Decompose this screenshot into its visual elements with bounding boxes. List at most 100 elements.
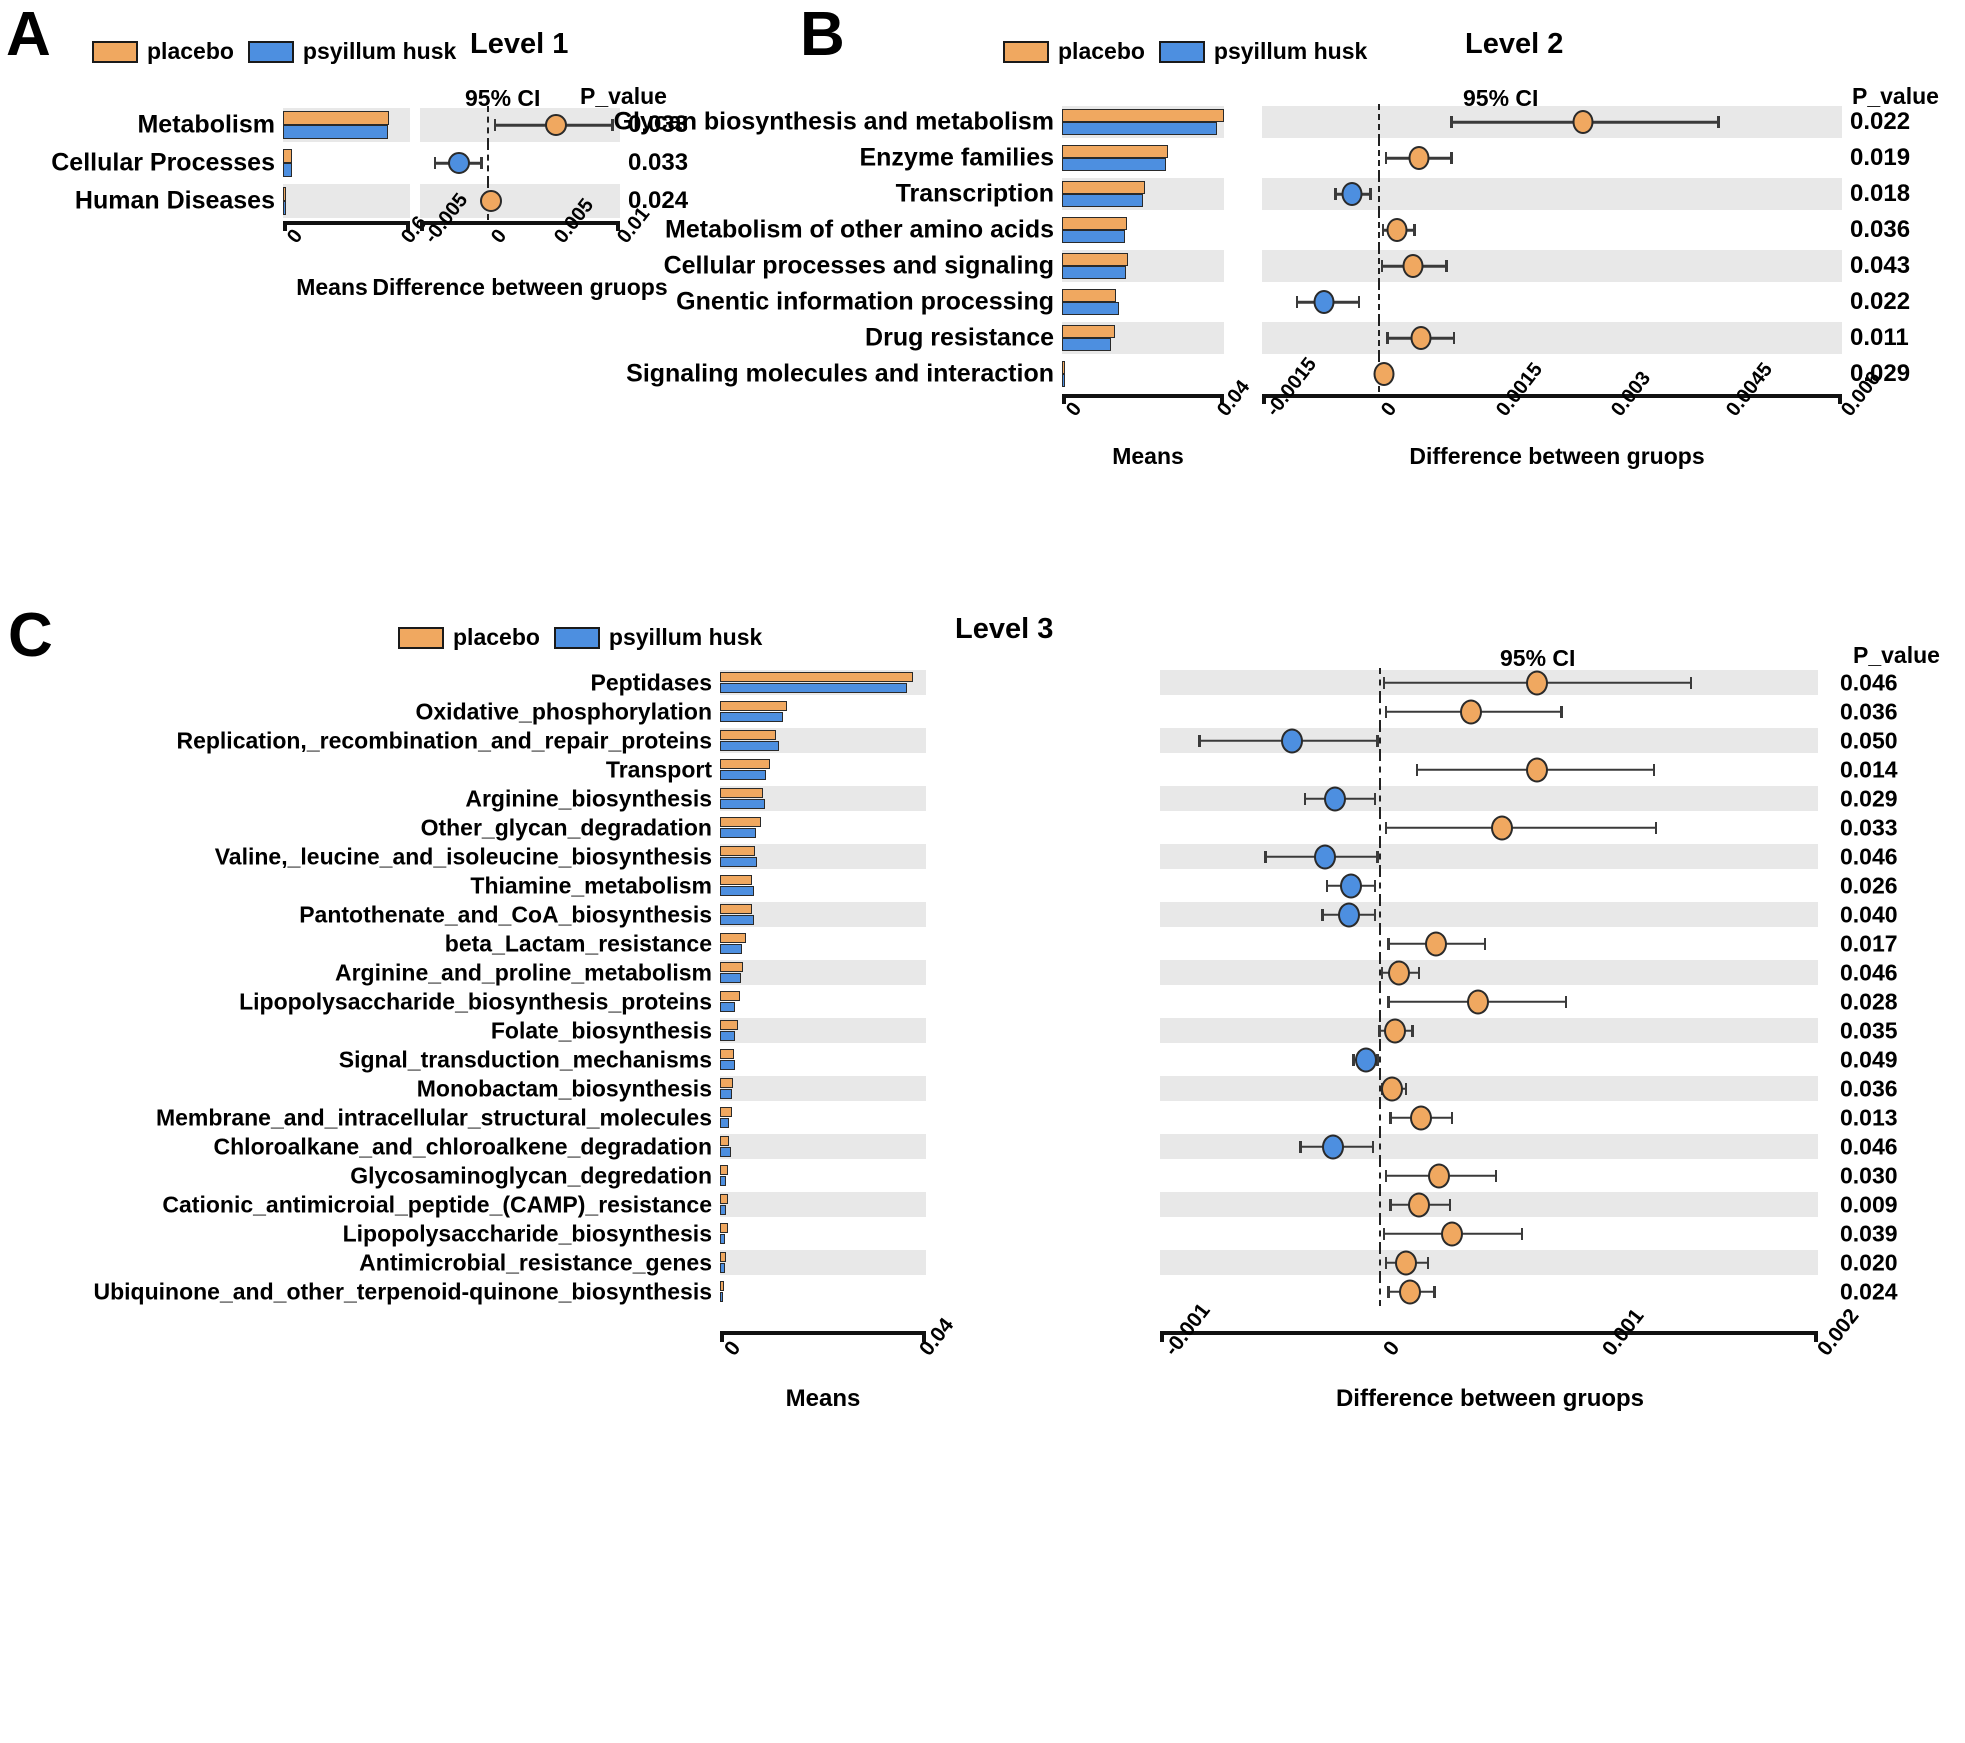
effect-dot-placebo [1402, 254, 1424, 278]
chart-row: Arginine_biosynthesis 0.029 [0, 784, 1965, 813]
bar-placebo [720, 845, 756, 857]
zero-reference-line [1379, 1190, 1382, 1219]
bar-psyllium [720, 740, 779, 752]
panel-b-legend: placebo psyillum husk [1003, 38, 1367, 65]
ci-cap-low [1389, 1198, 1392, 1211]
bar-psyllium [720, 1233, 725, 1245]
zero-reference-line [1379, 726, 1382, 755]
zero-reference-line [1379, 668, 1382, 697]
zero-reference-line [1379, 842, 1382, 871]
ci-cap-high [1413, 224, 1416, 236]
bar-psyllium [1062, 374, 1065, 388]
p-value-text: 0.018 [1850, 180, 1911, 207]
ci-cap-high [1373, 908, 1377, 921]
zero-reference-line [1379, 813, 1382, 842]
ci-cap-low [1384, 705, 1388, 718]
bar-psyllium [1062, 194, 1143, 208]
bar-psyllium [720, 827, 757, 839]
category-label: Glycan biosynthesis and metabolism [613, 107, 1054, 136]
ci-cap-low [1415, 763, 1419, 776]
legend-label-placebo: placebo [453, 624, 540, 650]
category-label: Human Diseases [74, 186, 275, 215]
ci-cap-low [1303, 792, 1307, 805]
ci-cap-high [1357, 296, 1361, 308]
chart-row: Chloroalkane_and_chloroalkene_degradatio… [0, 1132, 1965, 1161]
row-band-diff [1160, 960, 1818, 985]
bar-psyllium [720, 1262, 725, 1274]
ci-cap-high [1426, 1256, 1430, 1269]
row-band-means [720, 960, 926, 985]
ci-cap-high [1452, 332, 1456, 344]
category-label: Oxidative_phosphorylation [415, 698, 713, 724]
panel-a-legend: placebo psyillum husk [92, 38, 456, 65]
bar-placebo [720, 1251, 727, 1263]
category-label: Drug resistance [865, 323, 1054, 352]
bar-placebo [720, 671, 914, 683]
effect-dot-psyllium [1324, 786, 1347, 811]
bar-placebo [720, 1019, 738, 1031]
ci-cap-high [1564, 995, 1568, 1008]
p-value-text: 0.040 [1840, 901, 1898, 927]
chart-row: beta_Lactam_resistance 0.017 [0, 929, 1965, 958]
bar-psyllium [1062, 122, 1217, 136]
ci-cap-low [1384, 1256, 1388, 1269]
zero-reference-line [1379, 1277, 1382, 1306]
category-label: Cellular processes and signaling [663, 251, 1054, 280]
bar-psyllium [1062, 266, 1126, 280]
row-band-means [720, 1192, 926, 1217]
zero-reference-line [1379, 755, 1382, 784]
legend-label-psyllium: psyillum husk [608, 624, 763, 650]
bar-placebo [720, 1280, 725, 1292]
p-value-text: 0.046 [1840, 959, 1898, 985]
panel-c-means-tick-0: 0 [720, 1336, 746, 1361]
panel-c-pvalue-header: P_value [1853, 642, 1940, 668]
panel-c-diff-tick-0: -0.001 [1160, 1299, 1215, 1361]
zero-reference-line [1378, 176, 1380, 212]
effect-dot-placebo [1394, 1250, 1417, 1275]
p-value-text: 0.035 [1840, 1017, 1898, 1043]
confidence-interval-line [1385, 826, 1656, 829]
panel-c-legend: placebo psyillum husk [398, 624, 762, 651]
p-value-text: 0.043 [1850, 252, 1911, 279]
panel-a-diff-axis-title: Difference between gruops [372, 274, 668, 300]
ci-cap-low [1381, 224, 1385, 236]
bar-placebo [283, 148, 292, 163]
bar-psyllium [283, 201, 286, 216]
bar-placebo [283, 186, 286, 201]
bar-placebo [720, 1222, 728, 1234]
effect-dot-placebo [1407, 1192, 1430, 1217]
zero-reference-line [1379, 1219, 1382, 1248]
category-label: Monobactam_biosynthesis [416, 1075, 712, 1101]
bar-psyllium [720, 1001, 735, 1013]
row-band-diff [1160, 1250, 1818, 1275]
row-band-diff [1160, 1192, 1818, 1217]
category-label: Metabolism [137, 110, 275, 139]
effect-dot-psyllium [1341, 182, 1363, 206]
effect-dot-placebo [1373, 362, 1395, 386]
effect-dot-placebo [1388, 960, 1411, 985]
zero-reference-line [1378, 140, 1380, 176]
ci-cap-low [1384, 152, 1388, 164]
bar-placebo [720, 816, 762, 828]
legend-entry-psyllium: psyillum husk [553, 624, 763, 651]
chart-row: Cellular Processes 0.033 [0, 144, 688, 182]
legend-entry-placebo: placebo [398, 624, 540, 651]
effect-dot-placebo [1467, 989, 1490, 1014]
legend-swatch-psyllium [1158, 40, 1205, 63]
ci-cap-high [1560, 705, 1563, 718]
panel-c-plot: Peptidases 0.046 Oxidative_phosphorylation… [0, 668, 1965, 1306]
row-band-means [720, 1076, 926, 1101]
p-value-text: 0.033 [628, 149, 689, 176]
ci-cap-low [1198, 734, 1201, 747]
zero-reference-line [1379, 784, 1382, 813]
p-value-text: 0.036 [1840, 698, 1898, 724]
category-label: Transcription [895, 179, 1054, 208]
bar-placebo [720, 1077, 734, 1089]
category-label: Peptidases [590, 669, 712, 695]
effect-dot-placebo [1383, 1018, 1406, 1043]
legend-swatch-placebo [92, 40, 138, 63]
p-value-text: 0.036 [1840, 1075, 1898, 1101]
category-label: Glycosaminoglycan_degredation [350, 1162, 712, 1188]
ci-cap-low [1352, 1053, 1355, 1066]
bar-placebo [1062, 144, 1169, 158]
